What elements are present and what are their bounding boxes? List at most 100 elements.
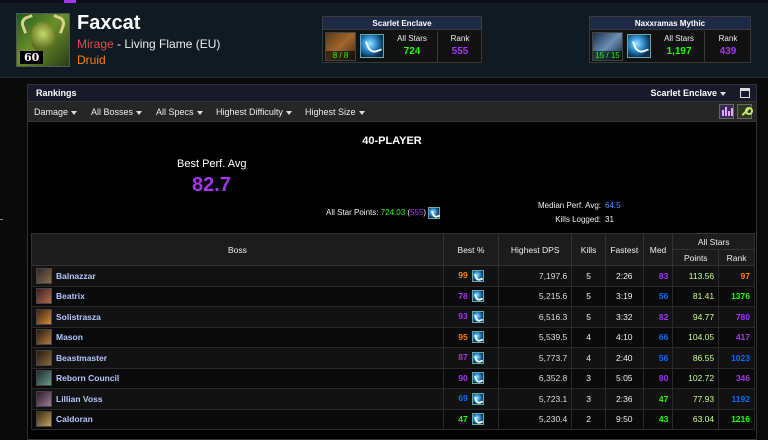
all-star-points: 63.04 [672,408,720,430]
filter-specs[interactable]: All Specs [156,107,203,117]
boss-portrait-icon [36,390,52,407]
maximize-icon[interactable] [740,88,750,98]
all-star-points-value: 724.03 [380,208,406,218]
spec-icon [428,207,441,219]
all-star-rank: 346 [718,367,755,389]
chevron-down-icon [285,110,292,115]
raid-size-title: 40-PLAYER [362,135,422,147]
character-header: 60 Faxcat Mirage - Living Flame (EU) Dru… [0,0,768,78]
col-fastest[interactable]: Fastest [604,233,644,266]
best-percent: 69 [458,393,468,403]
boss-cell[interactable]: Balnazzar [31,265,444,287]
fastest-time: 2:36 [604,388,644,410]
col-rank[interactable]: Rank [718,249,755,266]
best-cell: 87 [442,347,500,369]
all-stars-label: All Stars [397,34,427,43]
boss-cell[interactable]: Solistrasza [31,306,444,328]
fastest-time: 3:19 [604,285,644,307]
kills-count: 3 [571,388,606,410]
boss-cell[interactable]: Caldoran [31,408,444,430]
median-percent: 47 [642,388,674,410]
key-icon[interactable] [737,104,753,119]
kills-count: 2 [571,408,606,430]
spec-icon [471,372,484,385]
all-stars-value: 724 [403,46,421,57]
best-percent: 93 [458,311,468,321]
filter-bosses[interactable]: All Bosses [91,107,143,117]
col-highest-dps[interactable]: Highest DPS [498,233,573,266]
spec-icon [471,269,484,282]
col-boss[interactable]: Boss [31,233,444,266]
filter-size-label: Highest Size [305,107,356,117]
best-cell: 90 [442,367,500,389]
zone-summary-scarlet-enclave[interactable]: Scarlet Enclave 8 / 8 All Stars 724 Rank… [322,16,482,63]
median-perf-value: 64.5 [605,201,621,210]
median-perf-label-text: Median Perf. Avg: [538,201,601,210]
median-percent: 66 [642,326,674,348]
col-points[interactable]: Points [672,249,720,266]
all-star-rank: 97 [718,265,755,287]
highest-dps: 5,773.7 [498,347,573,369]
server-name[interactable]: Living Flame (EU) [124,37,220,51]
zone-rank: Rank 555 [438,31,482,62]
panel-title: Rankings [36,88,77,98]
kills-count: 4 [571,347,606,369]
table-row[interactable]: Reborn Council 90 6,352.8 3 5:05 80 102.72 346 [31,367,755,389]
all-star-points: 94.77 [672,306,720,328]
all-star-rank: 417 [718,326,755,348]
boss-cell[interactable]: Beastmaster [31,347,444,369]
boss-name[interactable]: Solistrasza [56,312,101,322]
character-level: 60 [20,51,44,64]
boss-name[interactable]: Mason [56,332,83,342]
table-body: Balnazzar 99 7,197.6 5 2:26 83 113.56 97 Beatrix… [31,265,755,430]
boss-portrait-icon [36,329,52,346]
filter-bar: Damage All Bosses All Specs Highest Diff… [28,102,756,122]
table-row[interactable]: Beastmaster 87 5,773.7 4 2:40 56 86.55 1023 [31,347,755,369]
col-median[interactable]: Med [642,233,674,266]
table-row[interactable]: Beatrix 78 5,215.6 5 3:19 56 81.41 1376 [31,285,755,307]
highest-dps: 7,197.6 [498,265,573,287]
table-row[interactable]: Mason 95 5,539.5 4 4:10 66 104.05 417 [31,326,755,348]
table-row[interactable]: Balnazzar 99 7,197.6 5 2:26 83 113.56 97 [31,265,755,287]
character-avatar[interactable]: 60 [16,13,70,67]
boss-name[interactable]: Reborn Council [56,373,119,383]
table-row[interactable]: Caldoran 47 5,230.4 2 9:50 43 63.04 1216 [31,408,755,430]
boss-name[interactable]: Beastmaster [56,353,107,363]
median-percent: 43 [642,408,674,430]
table-row[interactable]: Lillian Voss 69 5,723.1 3 2:36 47 77.93 1192 [31,388,755,410]
class-chart-icon[interactable] [719,104,734,119]
zone-summary-naxxramas-mythic[interactable]: Naxxramas Mythic 15 / 15 All Stars 1,197… [589,16,751,63]
col-kills[interactable]: Kills [571,233,606,266]
spec-icon [471,392,484,405]
boss-cell[interactable]: Lillian Voss [31,388,444,410]
best-cell: 47 [442,408,500,430]
chevron-down-icon [136,110,143,115]
zone-select[interactable]: Scarlet Enclave [650,88,726,98]
boss-cell[interactable]: Reborn Council [31,367,444,389]
spec-icon [471,331,484,344]
table-row[interactable]: Solistrasza 93 6,516.3 5 3:32 82 94.77 780 [31,306,755,328]
best-percent: 47 [458,413,468,424]
filter-bosses-label: All Bosses [91,107,134,117]
filter-metric[interactable]: Damage [34,107,78,117]
col-best[interactable]: Best % [442,233,500,266]
best-cell: 95 [442,326,500,348]
zone-progress: 8 / 8 [326,51,355,60]
filter-size[interactable]: Highest Size [305,107,365,117]
median-percent: 80 [642,367,674,389]
boss-name[interactable]: Beatrix [56,291,85,301]
chevron-down-icon [358,110,365,115]
boss-name[interactable]: Balnazzar [56,271,96,281]
boss-name[interactable]: Caldoran [56,414,93,424]
all-star-points: 81.41 [672,285,720,307]
boss-cell[interactable]: Beatrix [31,285,444,307]
character-server: Mirage - Living Flame (EU) [77,37,220,51]
chevron-down-icon [720,91,726,96]
col-all-stars: All Stars [672,233,755,250]
boss-name[interactable]: Lillian Voss [56,394,103,404]
boss-cell[interactable]: Mason [31,326,444,348]
rank-value: 555 [451,46,469,57]
all-star-rank: 1192 [718,388,755,410]
filter-difficulty[interactable]: Highest Difficulty [216,107,292,117]
character-realm[interactable]: Mirage [77,37,114,51]
